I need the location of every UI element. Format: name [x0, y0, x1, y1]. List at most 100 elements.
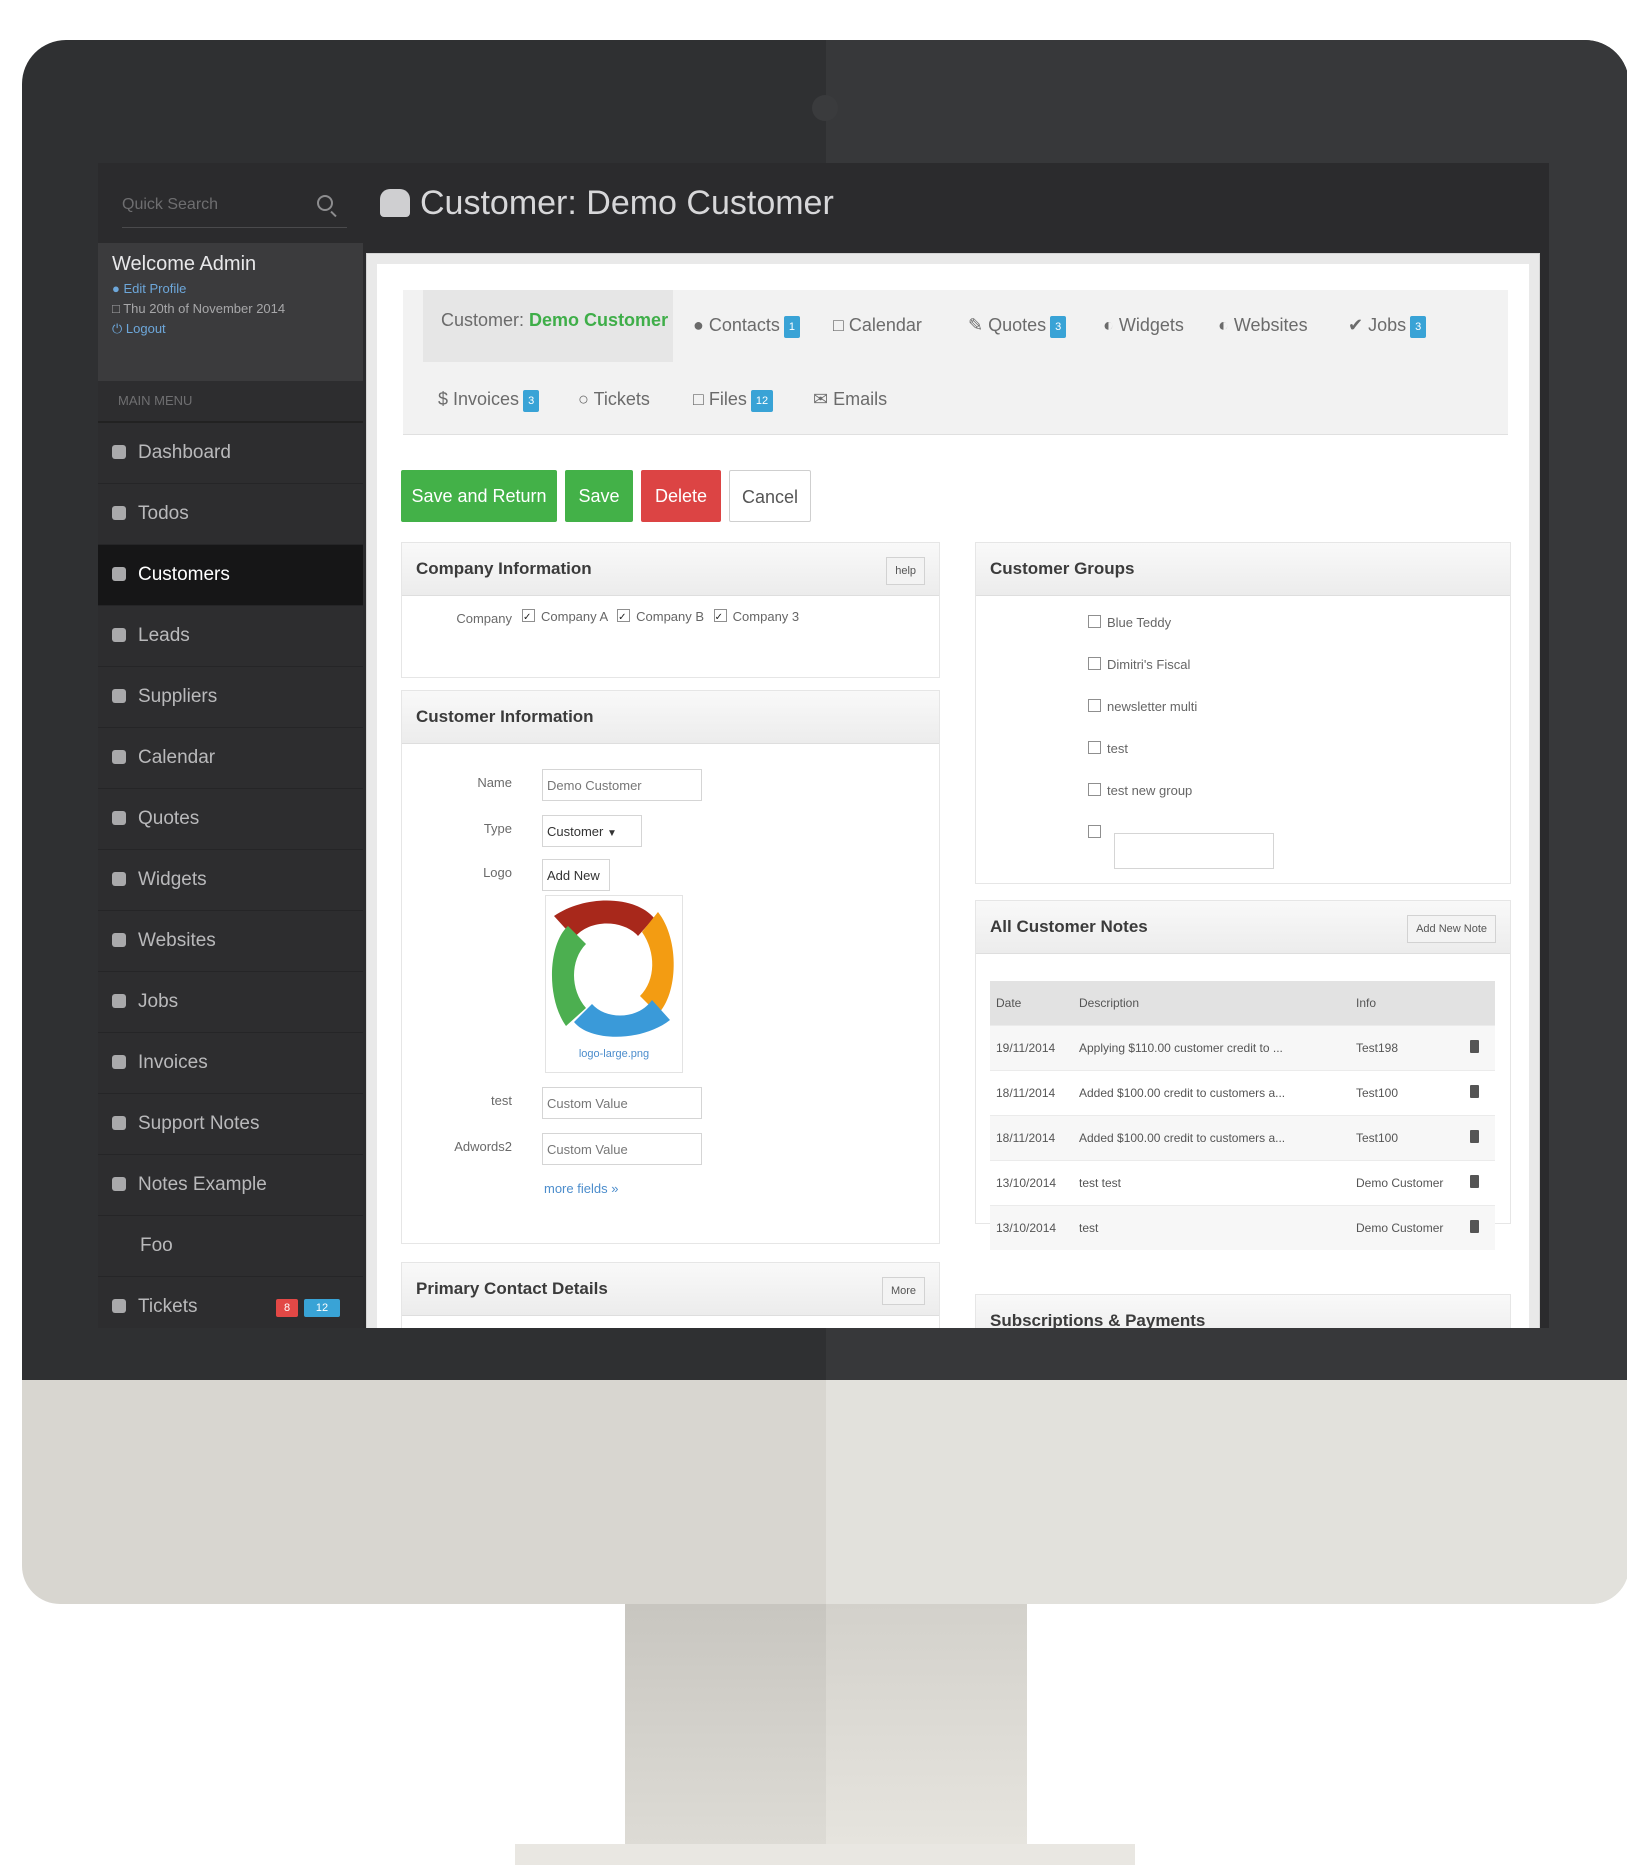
- tab-quotes[interactable]: ✎ Quotes 3: [968, 308, 1067, 342]
- sidebar-item-tickets[interactable]: Tickets 8 12: [98, 1277, 363, 1328]
- sidebar-item-label: Support Notes: [138, 1113, 260, 1134]
- note-description[interactable]: Added $100.00 credit to customers a...: [1073, 1070, 1350, 1116]
- trash-icon[interactable]: [1470, 1130, 1479, 1143]
- quick-search-input[interactable]: Quick Search: [122, 183, 347, 228]
- note-description[interactable]: test: [1073, 1205, 1350, 1250]
- add-new-note-button[interactable]: Add New Note: [1407, 915, 1496, 943]
- name-field[interactable]: Demo Customer: [542, 769, 702, 801]
- tab-tickets[interactable]: ○ Tickets: [578, 382, 650, 416]
- new-group-checkbox[interactable]: [1088, 825, 1101, 838]
- trash-icon[interactable]: [1470, 1040, 1479, 1053]
- cancel-button[interactable]: Cancel: [729, 470, 811, 522]
- note-description[interactable]: Added $100.00 credit to customers a...: [1073, 1115, 1350, 1161]
- table-row[interactable]: 18/11/2014 Added $100.00 credit to custo…: [990, 1070, 1495, 1116]
- tab-jobs[interactable]: ✔ Jobs 3: [1348, 308, 1427, 342]
- add-new-logo-button[interactable]: Add New: [542, 859, 610, 891]
- edit-profile-label: Edit Profile: [123, 281, 187, 296]
- tab-emails[interactable]: ✉ Emails: [813, 382, 887, 416]
- edit-profile-link[interactable]: ● Edit Profile: [112, 281, 349, 296]
- notes-table: Date Description Info 19/11/2014 Applyin…: [990, 981, 1495, 1250]
- sidebar-item-suppliers[interactable]: Suppliers: [98, 667, 363, 728]
- tab-websites[interactable]: ◐ Websites: [1218, 308, 1308, 342]
- sidebar-item-quotes[interactable]: Quotes: [98, 789, 363, 850]
- help-button[interactable]: help: [886, 557, 925, 585]
- note-info[interactable]: Test100: [1350, 1070, 1464, 1116]
- logout-link[interactable]: ⏻ Logout: [112, 321, 349, 337]
- tab-customer-name: Demo Customer: [529, 310, 669, 330]
- note-description[interactable]: test test: [1073, 1160, 1350, 1206]
- welcome-title: Welcome Admin: [112, 253, 257, 275]
- table-row[interactable]: 19/11/2014 Applying $110.00 customer cre…: [990, 1025, 1495, 1071]
- note-info[interactable]: Test100: [1350, 1115, 1464, 1161]
- sidebar-item-leads[interactable]: Leads: [98, 606, 363, 667]
- delete-button[interactable]: Delete: [641, 470, 721, 522]
- sidebar-item-invoices[interactable]: Invoices: [98, 1033, 363, 1094]
- tab-widgets[interactable]: ◐ Widgets: [1103, 308, 1184, 342]
- tab-calendar[interactable]: □ Calendar: [833, 308, 922, 342]
- edit-icon: [112, 811, 126, 825]
- note-info[interactable]: Demo Customer: [1350, 1205, 1464, 1250]
- tab-contacts[interactable]: ● Contacts 1: [693, 308, 801, 342]
- more-button[interactable]: More: [881, 1277, 925, 1305]
- sidebar-item-widgets[interactable]: Widgets: [98, 850, 363, 911]
- sidebar-item-support-notes[interactable]: Support Notes: [98, 1094, 363, 1155]
- company-label: Company: [456, 611, 512, 626]
- sidebar-item-notes-example[interactable]: Notes Example: [98, 1155, 363, 1216]
- adwords-label: Adwords2: [454, 1139, 512, 1154]
- company-checkboxes: Company A Company B Company 3: [522, 609, 799, 624]
- logo-preview[interactable]: logo-large.png: [545, 895, 683, 1073]
- sidebar-item-dashboard[interactable]: Dashboard: [98, 423, 363, 484]
- type-select[interactable]: Customer ▼: [542, 815, 642, 847]
- group-checkbox[interactable]: [1088, 741, 1101, 754]
- save-button[interactable]: Save: [565, 470, 633, 522]
- monitor-stand-highlight: [826, 1604, 1027, 1844]
- company-a-checkbox[interactable]: [522, 609, 535, 622]
- search-icon[interactable]: [317, 195, 333, 211]
- customer-groups-title: Customer Groups: [990, 559, 1135, 578]
- table-row[interactable]: 13/10/2014 test Demo Customer: [990, 1205, 1495, 1250]
- tab-label: Invoices: [453, 389, 520, 409]
- sidebar-item-jobs[interactable]: Jobs: [98, 972, 363, 1033]
- adwords-field[interactable]: Custom Value: [542, 1133, 702, 1165]
- group-item: newsletter multi: [1088, 699, 1197, 714]
- sidebar-item-customers[interactable]: Customers: [98, 545, 363, 606]
- logo-file-link[interactable]: logo-large.png: [546, 1048, 682, 1060]
- table-row[interactable]: 18/11/2014 Added $100.00 credit to custo…: [990, 1115, 1495, 1161]
- tab-invoices[interactable]: $ Invoices 3: [438, 382, 540, 416]
- group-checkbox[interactable]: [1088, 783, 1101, 796]
- logout-label: Logout: [125, 321, 166, 336]
- new-group-row: [1088, 825, 1107, 840]
- company-b-checkbox[interactable]: [617, 609, 631, 622]
- tab-customer[interactable]: Customer: Demo Customer: [423, 290, 673, 362]
- customer-groups-header: Customer Groups: [976, 543, 1510, 596]
- sidebar-item-foo[interactable]: Foo: [98, 1216, 363, 1277]
- tab-files[interactable]: □ Files 12: [693, 382, 774, 416]
- primary-contact-title: Primary Contact Details: [416, 1279, 608, 1298]
- subscriptions-panel: Subscriptions & Payments: [975, 1294, 1511, 1328]
- note-date: 18/11/2014: [990, 1070, 1073, 1116]
- group-checkbox[interactable]: [1088, 699, 1101, 712]
- trash-icon[interactable]: [1470, 1175, 1479, 1188]
- more-fields-link[interactable]: more fields »: [544, 1181, 618, 1196]
- note-info[interactable]: Demo Customer: [1350, 1160, 1464, 1206]
- sidebar-item-label: Widgets: [138, 869, 207, 890]
- group-checkbox[interactable]: [1088, 615, 1101, 628]
- note-info[interactable]: Test198: [1350, 1025, 1464, 1071]
- sidebar-item-calendar[interactable]: Calendar: [98, 728, 363, 789]
- note-description[interactable]: Applying $110.00 customer credit to ...: [1073, 1025, 1350, 1071]
- company-info-panel: Company Information help Company Company …: [401, 542, 940, 678]
- tab-label: Widgets: [1118, 315, 1184, 335]
- group-label: Dimitri's Fiscal: [1107, 657, 1191, 672]
- trash-icon[interactable]: [1470, 1085, 1479, 1098]
- sidebar-item-todos[interactable]: Todos: [98, 484, 363, 545]
- test-field[interactable]: Custom Value: [542, 1087, 702, 1119]
- sidebar-item-websites[interactable]: Websites: [98, 911, 363, 972]
- trash-icon[interactable]: [1470, 1220, 1479, 1233]
- sidebar-item-label: Todos: [138, 503, 189, 524]
- save-and-return-button[interactable]: Save and Return: [401, 470, 557, 522]
- table-row[interactable]: 13/10/2014 test test Demo Customer: [990, 1160, 1495, 1206]
- new-group-input[interactable]: [1114, 833, 1274, 869]
- company-3-checkbox[interactable]: [713, 609, 727, 622]
- current-date: □ Thu 20th of November 2014: [112, 301, 286, 316]
- group-checkbox[interactable]: [1088, 657, 1101, 670]
